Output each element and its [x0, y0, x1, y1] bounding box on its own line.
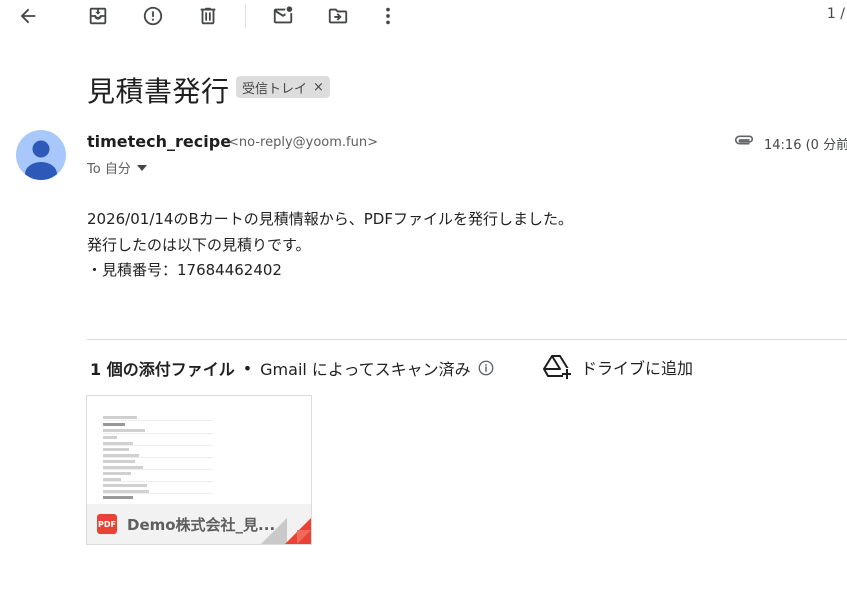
report-spam-button[interactable] [141, 4, 165, 28]
attachment-clip-icon [734, 135, 754, 145]
attachment-card[interactable]: PDF Demo株式会社_見... [86, 395, 312, 545]
move-to-button[interactable] [326, 4, 350, 28]
page-corner-shadow [261, 518, 287, 544]
thumb-line [103, 436, 117, 439]
mark-unread-button[interactable] [271, 4, 295, 28]
thumb-line [103, 416, 137, 419]
thumb-row [103, 457, 213, 458]
archive-icon [89, 7, 107, 25]
sender-name[interactable]: timetech_recipe [87, 132, 231, 151]
drive-label: ドライブに追加 [581, 359, 694, 378]
attachment-file-name: Demo株式会社_見... [127, 516, 276, 534]
email-body: 2026/01/14のBカートの見積情報から、PDFファイルを発行しました。 発… [87, 207, 573, 284]
info-icon[interactable] [477, 359, 495, 377]
attachment-count: 1 個の添付ファイル [90, 360, 235, 379]
scan-status: Gmail によってスキャン済み [260, 360, 471, 379]
arrow-left-icon [20, 8, 36, 24]
pdf-icon: PDF [97, 514, 117, 534]
body-line: ・見積番号：17684462402 [87, 261, 282, 279]
trash-icon [200, 7, 216, 25]
email-subject: 見積書発行 [87, 75, 230, 108]
thumb-row [103, 481, 213, 482]
toolbar-divider [245, 4, 246, 28]
thumb-line [103, 423, 125, 426]
attachment-thumbnail [87, 396, 311, 504]
thumb-row [103, 493, 213, 494]
caret-down-icon [136, 164, 147, 171]
thumb-row [103, 469, 213, 470]
sender-email: <no-reply@yoom.fun> [228, 135, 378, 150]
back-button[interactable] [16, 4, 40, 28]
delete-button[interactable] [196, 4, 220, 28]
received-time: 14:16 (0 分前 [764, 138, 847, 153]
thumb-row [103, 445, 213, 446]
drive-add-icon [543, 355, 571, 380]
inbox-label-chip[interactable]: 受信トレイ × [236, 76, 330, 98]
avatar[interactable] [16, 130, 66, 180]
thumb-line [103, 484, 147, 487]
pdf-corner-fold [297, 530, 311, 544]
label-text: 受信トレイ [242, 81, 308, 97]
pager-indicator: 1 / [826, 6, 845, 22]
recipient-details-toggle[interactable]: To 自分 [87, 158, 147, 177]
thumb-line [103, 460, 135, 463]
mark-unread-icon [273, 6, 293, 24]
report-spam-icon [143, 6, 163, 26]
thumb-line [103, 496, 133, 499]
person-icon [25, 140, 57, 180]
more-vert-icon [386, 7, 390, 25]
remove-label-icon[interactable]: × [313, 80, 324, 95]
attachment-header: 1 個の添付ファイル • Gmail によってスキャン済み [90, 356, 495, 380]
more-options-button[interactable] [376, 4, 400, 28]
thumb-line [103, 448, 129, 451]
recipient-label: To 自分 [87, 162, 131, 177]
body-line: 発行したのは以下の見積りです。 [87, 235, 311, 254]
body-line: 2026/01/14のBカートの見積情報から、PDFファイルを発行しました。 [87, 210, 573, 228]
thumb-row [103, 420, 213, 421]
add-to-drive-button[interactable]: ドライブに追加 [543, 354, 693, 380]
archive-button[interactable] [86, 4, 110, 28]
thumb-line [103, 472, 131, 475]
attachment-footer: PDF Demo株式会社_見... [87, 504, 311, 544]
thumb-row [103, 433, 213, 434]
attachment-divider [87, 339, 847, 340]
thumb-line [103, 429, 145, 432]
move-to-icon [328, 8, 348, 24]
separator-dot: • [242, 358, 253, 378]
